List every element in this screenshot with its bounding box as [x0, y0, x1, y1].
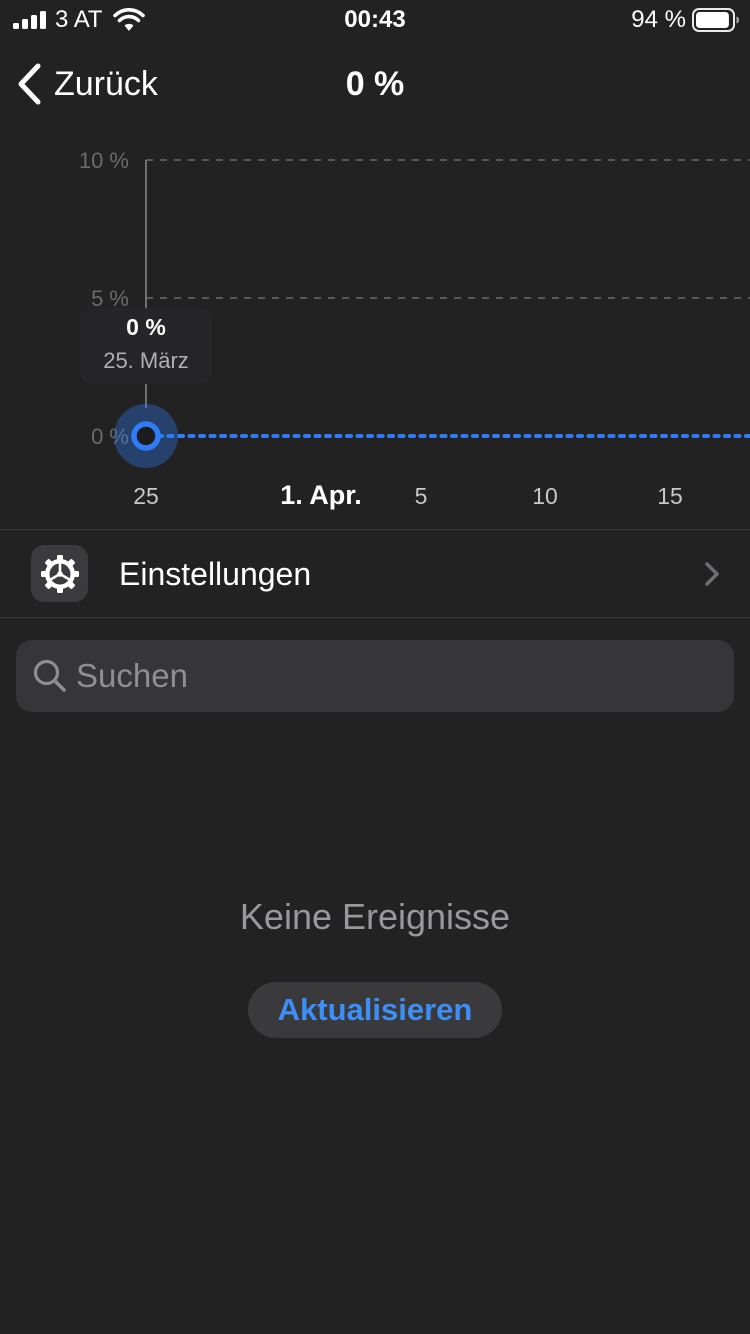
chevron-right-icon — [705, 562, 719, 586]
data-point[interactable] — [131, 421, 161, 451]
battery-icon — [692, 8, 739, 32]
page-title: 0 % — [345, 65, 405, 103]
tooltip-value: 0 % — [126, 314, 166, 340]
search-field[interactable] — [16, 640, 734, 712]
empty-state-message: Keine Ereignisse — [239, 896, 511, 937]
tooltip-date: 25. März — [103, 348, 189, 373]
x-tick-label: 5 — [415, 483, 428, 509]
battery-percentage: 94 % — [631, 6, 686, 33]
search-input[interactable] — [76, 640, 716, 712]
y-tick-label: 5 % — [91, 286, 129, 311]
x-tick-label: 25 — [133, 483, 159, 509]
refresh-button[interactable]: Aktualisieren — [248, 982, 502, 1038]
y-tick-label: 10 % — [79, 148, 129, 173]
x-tick-label: 1. Apr. — [280, 480, 362, 510]
search-icon — [33, 659, 66, 692]
divider — [0, 617, 750, 618]
gear-icon — [40, 554, 79, 593]
navigation-bar: Zurück 0 % — [0, 52, 750, 116]
percentage-chart[interactable]: 10 %5 %0 %0 %25. März25 1. Apr. 5 10 15 — [0, 130, 750, 526]
settings-label: Einstellungen — [119, 556, 312, 592]
settings-icon — [31, 545, 88, 602]
divider — [0, 529, 750, 530]
x-tick-label: 15 — [657, 483, 683, 509]
settings-row[interactable]: Einstellungen — [0, 531, 750, 617]
status-bar: 3 AT 00:43 94 % — [0, 0, 750, 40]
x-tick-label: 10 — [532, 483, 558, 509]
